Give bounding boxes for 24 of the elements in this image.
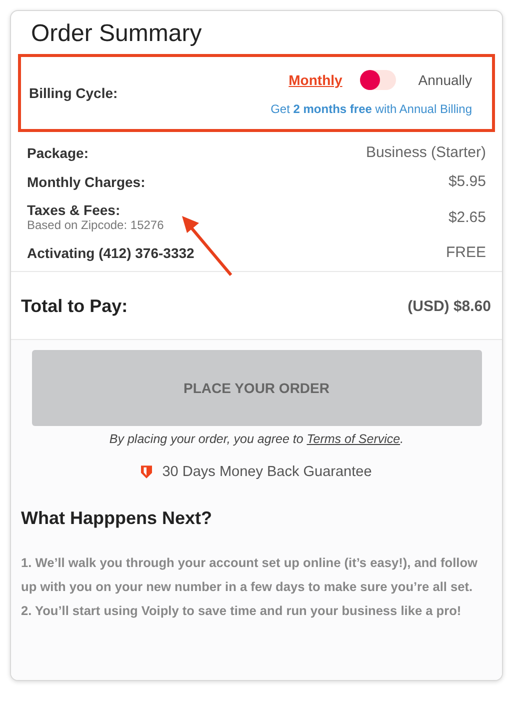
step-text: 2. You’ll start using Voiply to save time and run your business like a pro! (21, 602, 462, 620)
billing-label: Billing Cycle: (29, 85, 118, 101)
shield-icon (141, 465, 152, 479)
agreement-text: By placing your order, you agree to Terms of Service. (108, 432, 405, 446)
toggle-switch[interactable] (360, 70, 396, 90)
total-value: (USD) $8.60 (408, 298, 491, 315)
line-value: FREE (446, 244, 486, 261)
line-note: Based on Zipcode: 15276 (27, 218, 164, 232)
line-label: Taxes & Fees: (27, 202, 122, 218)
section-heading: What Happpens Next? (21, 508, 214, 529)
line-label: Monthly Charges: (27, 174, 146, 190)
line-value: $5.95 (448, 173, 486, 190)
card-title: Order Summary (30, 19, 203, 49)
billing-option[interactable]: Annually (418, 72, 472, 88)
billing-option[interactable]: Monthly (288, 72, 342, 88)
terms-link[interactable]: Terms of Service (306, 432, 400, 446)
line-label: Activating (412) 376-3332 (27, 244, 194, 260)
promo-text: Get 2 months free with Annual Billing (270, 102, 472, 116)
line-value: Business (Starter) (366, 144, 486, 161)
step-text: 1. We’ll walk you through your account set up online (it’s easy!), and follow up with you on your new number in a few days to make sure you’re all set. (21, 554, 478, 596)
guarantee-text: 30 Days Money Back Guarantee (162, 464, 372, 480)
line-value: $2.65 (448, 208, 486, 226)
total-label: Total to Pay: (21, 296, 128, 317)
line-label: Package: (27, 144, 88, 160)
